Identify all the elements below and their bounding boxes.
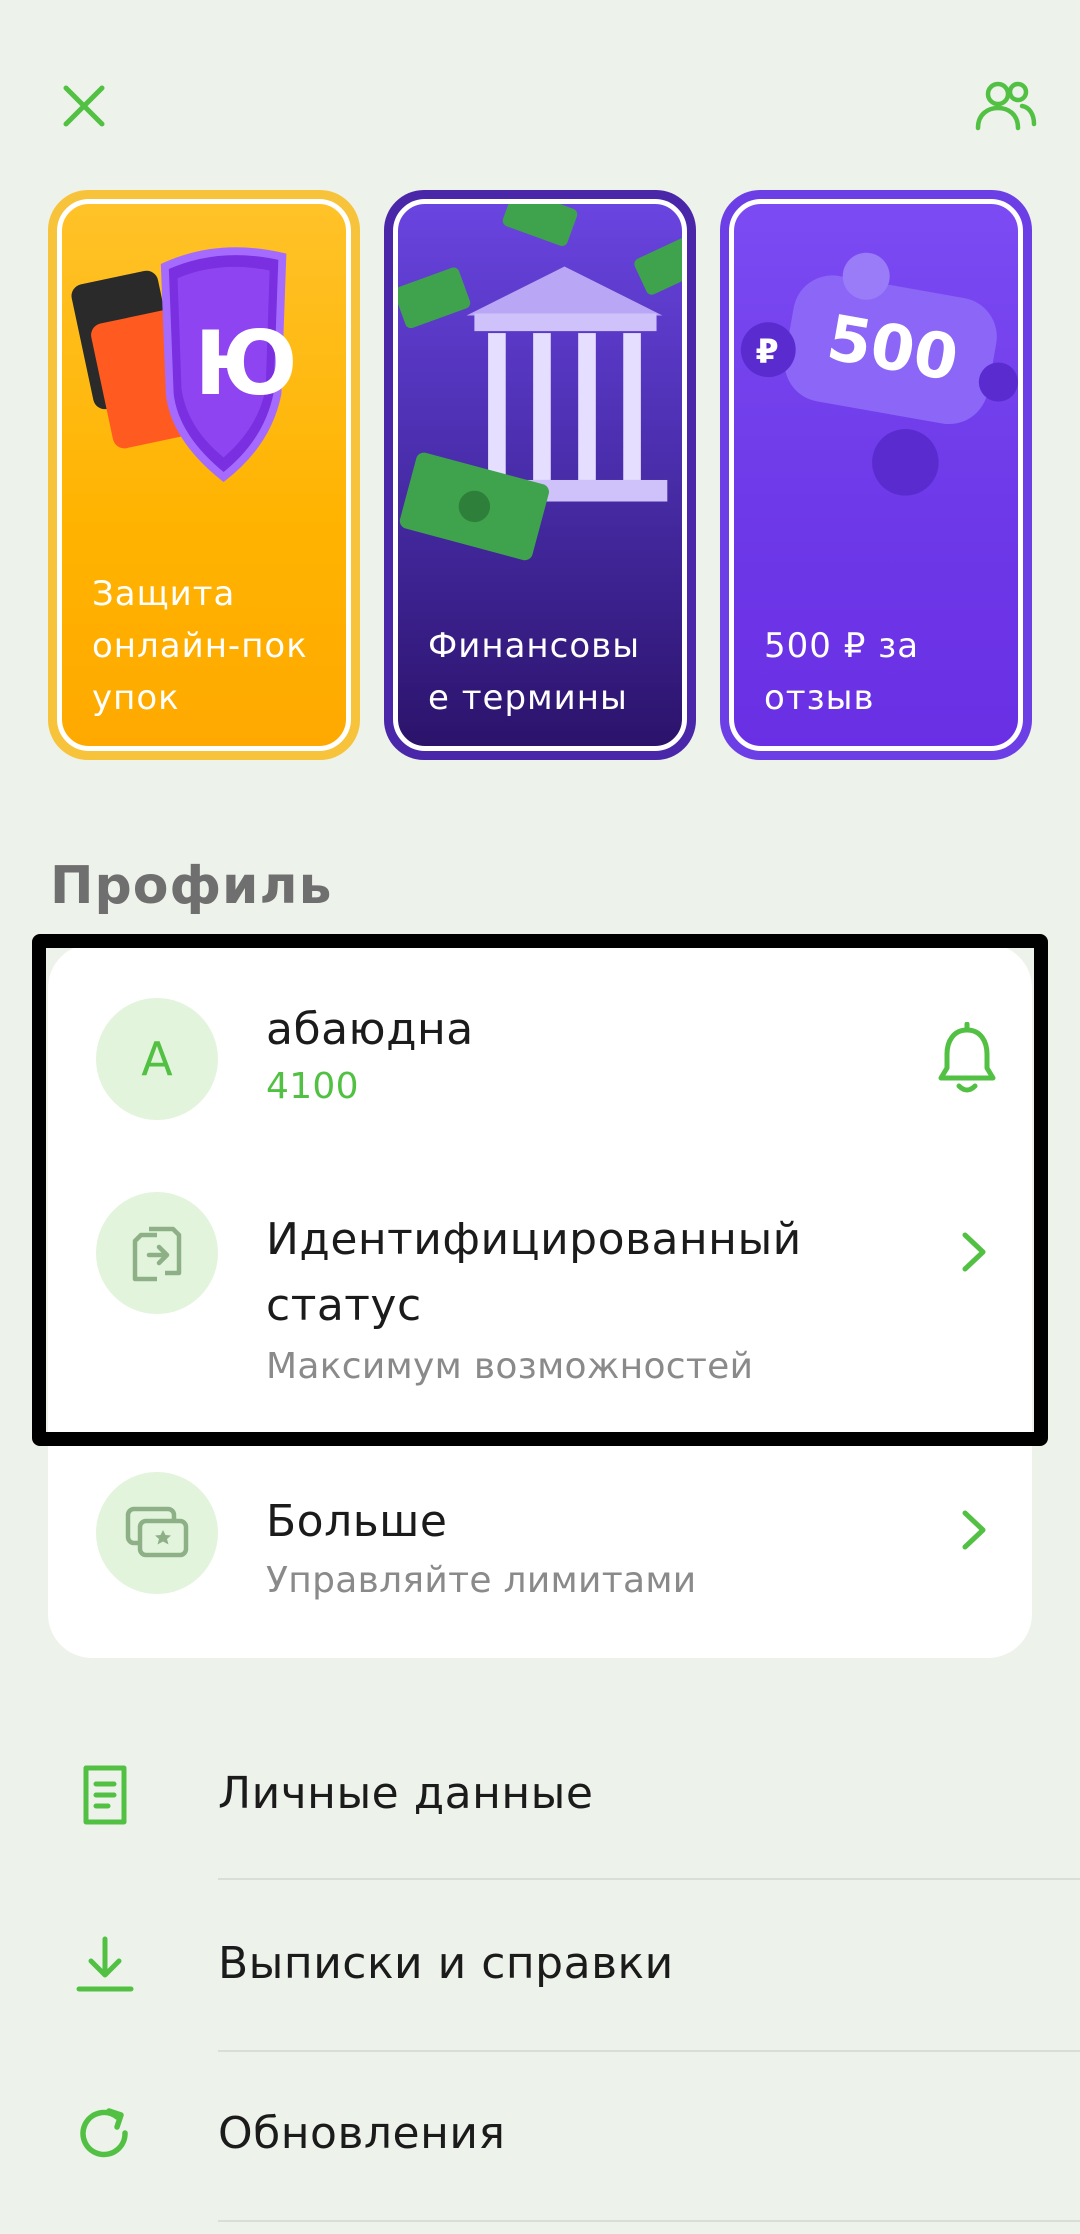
- story-caption: Финансовы е термины: [428, 620, 666, 724]
- story-caption-line: Финансовы: [428, 626, 641, 666]
- story-caption-line: е термины: [428, 678, 628, 718]
- svg-text:₽: ₽: [756, 331, 779, 370]
- story-caption-line: отзыв: [764, 678, 875, 718]
- story-caption: Защита онлайн-пок упок: [92, 568, 330, 724]
- story-caption-line: онлайн-пок: [92, 626, 308, 666]
- bank-illustration: [398, 204, 682, 561]
- top-bar: [0, 0, 1080, 190]
- story-card-financial-terms[interactable]: Финансовы е термины: [384, 190, 696, 760]
- close-button[interactable]: [44, 66, 124, 146]
- divider: [218, 2220, 1080, 2222]
- story-caption-line: 500 ₽ за: [764, 626, 920, 666]
- more-title: Больше: [266, 1496, 448, 1547]
- story-caption: 500 ₽ за отзыв: [764, 620, 1002, 724]
- more-chevron: [954, 1500, 994, 1560]
- more-limits-row[interactable]: Больше Управляйте лимитами: [48, 1470, 1032, 1640]
- refresh-icon: [80, 2108, 128, 2158]
- menu-icon: [60, 2095, 150, 2175]
- story-card-purchase-protection[interactable]: Ю Защита онлайн-пок упок: [48, 190, 360, 760]
- story-card-review-bonus[interactable]: 500 ₽ 500 ₽ за отзыв: [720, 190, 1032, 760]
- shield-logo-text: Ю: [194, 312, 297, 415]
- story-caption-line: упок: [92, 678, 180, 718]
- menu-item-updates[interactable]: Обновления: [0, 2050, 1080, 2220]
- highlight-frame: [32, 934, 1048, 1446]
- menu-icon: [60, 1925, 150, 2005]
- menu-label: Выписки и справки: [218, 1938, 674, 1989]
- profile-screen: Ю Защита онлайн-пок упок Финансовы е тер…: [0, 0, 1080, 2234]
- bonus-illustration: 500 ₽: [740, 252, 1018, 496]
- contacts-button[interactable]: [966, 66, 1046, 146]
- cards-star-icon: [125, 1506, 189, 1558]
- document-icon: [83, 1765, 127, 1825]
- chevron-right-icon: [962, 1510, 986, 1550]
- more-icon-circle: [96, 1472, 218, 1594]
- close-icon: [63, 85, 105, 127]
- download-icon: [76, 1936, 134, 1992]
- menu-label: Обновления: [218, 2108, 506, 2159]
- menu-item-statements[interactable]: Выписки и справки: [0, 1880, 1080, 2050]
- section-title-profile: Профиль: [50, 856, 333, 916]
- shield-illustration: Ю: [71, 247, 298, 483]
- menu-item-personal-data[interactable]: Личные данные: [0, 1710, 1080, 1880]
- menu-label: Личные данные: [218, 1768, 594, 1819]
- more-subtitle: Управляйте лимитами: [266, 1560, 697, 1601]
- people-icon: [975, 81, 1037, 131]
- story-caption-line: Защита: [92, 574, 236, 614]
- menu-icon: [60, 1755, 150, 1835]
